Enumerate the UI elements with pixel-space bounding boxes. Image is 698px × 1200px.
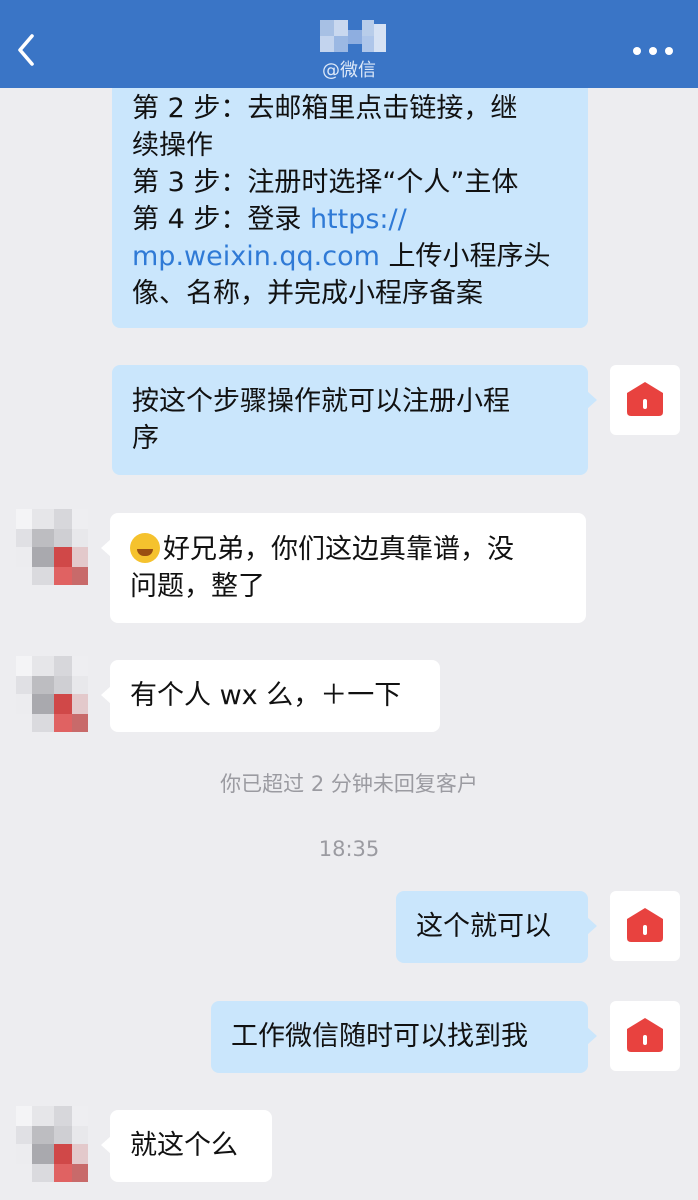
link-text[interactable]: mp.weixin.qq.com xyxy=(132,241,380,272)
message-line: mp.weixin.qq.com 上传小程序头 xyxy=(132,238,568,275)
contact-source-label: @微信 xyxy=(322,60,376,81)
more-dots-icon xyxy=(633,47,673,55)
laughing-crying-emoji-icon xyxy=(130,533,160,563)
more-options-button[interactable] xyxy=(630,36,676,66)
message-line: 第 3 步：注册时选择“个人”主体 xyxy=(132,167,519,198)
link-text[interactable]: https:// xyxy=(310,204,407,235)
message-text: 好兄弟，你们这边真靠谱，没 xyxy=(163,534,514,565)
shop-house-icon xyxy=(627,1018,663,1052)
message-line: 按这个步骤操作就可以注册小程 xyxy=(132,386,510,417)
message-line: 就这个么 xyxy=(130,1130,238,1161)
message-bubble-outgoing[interactable]: 按这个步骤操作就可以注册小程 序 xyxy=(112,365,597,475)
my-avatar[interactable] xyxy=(610,365,680,435)
bubble-tail xyxy=(587,1027,597,1045)
my-avatar[interactable] xyxy=(610,891,680,961)
customer-avatar[interactable] xyxy=(16,509,88,585)
bubble-tail xyxy=(587,391,597,409)
chat-header: @微信 xyxy=(0,0,698,88)
message-text: 第 4 步：登录 xyxy=(132,204,310,235)
message-bubble-outgoing[interactable]: 第 2 步：去邮箱里点击链接，继 续操作 第 3 步：注册时选择“个人”主体 第… xyxy=(112,70,588,328)
message-line: 第 2 步：去邮箱里点击链接，继 xyxy=(132,93,518,124)
message-bubble-incoming[interactable]: 就这个么 xyxy=(101,1110,272,1182)
bubble-tail xyxy=(101,539,111,557)
customer-avatar[interactable] xyxy=(16,656,88,732)
message-bubble-outgoing[interactable]: 这个就可以 xyxy=(396,891,597,963)
chat-screen: @微信 第 2 步：去邮箱里点击链接，继 续操作 第 3 步：注册时选择“个人”… xyxy=(0,0,698,1200)
message-line: 第 4 步：登录 https:// xyxy=(132,201,568,238)
timestamp: 18:35 xyxy=(318,837,380,861)
message-line: 有个人 wx 么，＋一下 xyxy=(130,680,402,711)
bubble-tail xyxy=(101,686,111,704)
shop-house-icon xyxy=(627,382,663,416)
customer-avatar[interactable] xyxy=(16,1106,88,1182)
message-line: 像、名称，并完成小程序备案 xyxy=(132,278,483,309)
message-line: 续操作 xyxy=(132,130,213,161)
message-bubble-outgoing[interactable]: 工作微信随时可以找到我 xyxy=(211,1001,597,1073)
system-notice: 你已超过 2 分钟未回复客户 xyxy=(220,772,478,796)
bubble-tail xyxy=(101,1136,111,1154)
message-line: 好兄弟，你们这边真靠谱，没 xyxy=(130,531,566,568)
message-line: 序 xyxy=(132,423,159,454)
message-bubble-incoming[interactable]: 好兄弟，你们这边真靠谱，没 问题，整了 xyxy=(101,513,586,623)
my-avatar[interactable] xyxy=(610,1001,680,1071)
message-line: 这个就可以 xyxy=(416,911,551,942)
message-text: 上传小程序头 xyxy=(379,241,551,272)
message-bubble-incoming[interactable]: 有个人 wx 么，＋一下 xyxy=(101,660,440,732)
message-line: 工作微信随时可以找到我 xyxy=(231,1021,528,1052)
bubble-tail xyxy=(587,917,597,935)
contact-name-blurred xyxy=(320,20,386,52)
shop-house-icon xyxy=(627,908,663,942)
message-line: 问题，整了 xyxy=(130,571,265,602)
